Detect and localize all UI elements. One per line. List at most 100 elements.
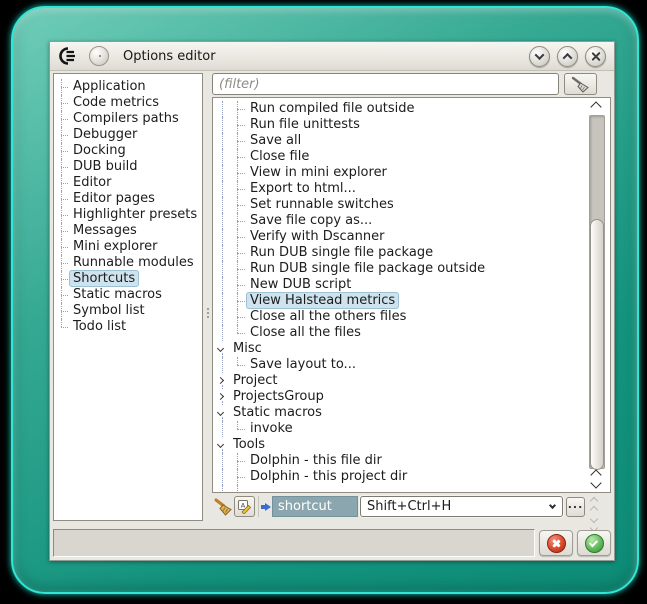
tree-row[interactable]: View Halstead metrics xyxy=(215,293,586,309)
sidebar-item[interactable]: Code metrics xyxy=(54,95,202,111)
sidebar-item[interactable]: DUB build xyxy=(54,159,202,175)
selected-property-marker xyxy=(258,496,272,517)
tree-row[interactable]: invoke xyxy=(215,421,586,437)
tree-row[interactable]: Run compiled file outside xyxy=(215,101,586,117)
tree-row[interactable]: Run DUB single file package xyxy=(215,245,586,261)
tree-line xyxy=(237,173,245,174)
tree-line xyxy=(237,477,245,478)
tree-row[interactable]: View in mini explorer xyxy=(215,165,586,181)
splitter-handle[interactable] xyxy=(205,308,211,318)
inspector-scrollbar[interactable] xyxy=(589,496,601,530)
tree-line xyxy=(237,317,245,318)
sidebar-item[interactable]: Runnable modules xyxy=(54,255,202,271)
tree-line xyxy=(61,295,68,296)
scroll-down-icon xyxy=(590,515,598,523)
sidebar-item[interactable]: Shortcuts xyxy=(54,271,202,287)
scroll-down-icon[interactable] xyxy=(590,477,601,488)
tree-row[interactable]: Run DUB single file package outside xyxy=(215,261,586,277)
scrollbar-track[interactable] xyxy=(589,115,605,469)
clear-filter-button[interactable] xyxy=(564,73,597,95)
tree-row[interactable]: Save layout to... xyxy=(215,357,586,373)
tree-row[interactable]: ProjectsGroup xyxy=(215,389,586,405)
sidebar-item-label: Highlighter presets xyxy=(71,207,199,222)
tree-row[interactable]: Project xyxy=(215,373,586,389)
tree-item-label: Close file xyxy=(248,149,311,164)
tree-row[interactable]: Misc xyxy=(215,341,586,357)
tree-row[interactable]: Save all xyxy=(215,133,586,149)
ok-icon xyxy=(585,534,604,553)
sidebar-item[interactable]: Application xyxy=(54,79,202,95)
tree-line xyxy=(222,133,223,149)
unshade-button[interactable] xyxy=(557,46,578,67)
tree-row[interactable]: New DUB script xyxy=(215,277,586,293)
scrollbar-thumb[interactable] xyxy=(590,219,604,470)
tree-line xyxy=(222,245,223,261)
tree-line xyxy=(222,165,223,181)
tree-line xyxy=(237,157,245,158)
tree-item-label: Close all the files xyxy=(248,325,363,340)
sidebar-item[interactable]: Debugger xyxy=(54,127,202,143)
clear-shortcut-button[interactable] xyxy=(212,496,234,518)
close-button[interactable] xyxy=(585,46,606,67)
ok-button[interactable] xyxy=(577,530,611,556)
chevron-icon[interactable] xyxy=(217,377,224,384)
tree-row[interactable]: Tools xyxy=(215,437,586,453)
tree-item-label: Run file unittests xyxy=(248,117,362,132)
sidebar-item[interactable]: Mini explorer xyxy=(54,239,202,255)
tree-line xyxy=(61,263,68,264)
tree-row[interactable]: Close all the files xyxy=(215,325,586,341)
chevron-icon[interactable] xyxy=(217,409,224,416)
tree-line xyxy=(237,285,245,286)
tree-line xyxy=(61,103,68,104)
tree-row[interactable]: Static macros xyxy=(215,405,586,421)
titlebar[interactable]: Options editor xyxy=(50,42,614,71)
tree-item-label: Export to html... xyxy=(248,181,358,196)
tree-item-label: Verify with Dscanner xyxy=(248,229,386,244)
tree-row[interactable]: Export to html... xyxy=(215,181,586,197)
filter-input[interactable] xyxy=(212,73,559,95)
tree-line xyxy=(222,149,223,165)
tree-item-label: Set runnable switches xyxy=(248,197,396,212)
window-menu-button[interactable] xyxy=(89,46,109,66)
sidebar-item[interactable]: Static macros xyxy=(54,287,202,303)
tree-row[interactable] xyxy=(215,485,586,492)
tree-item-label: Run compiled file outside xyxy=(248,101,417,116)
cancel-button[interactable] xyxy=(539,530,573,556)
tree-line xyxy=(237,421,238,429)
edit-value-icon: A xyxy=(237,499,252,514)
sidebar-item[interactable]: Symbol list xyxy=(54,303,202,319)
tree-scrollbar[interactable] xyxy=(587,98,608,492)
scroll-up-icon[interactable] xyxy=(590,101,601,112)
shade-button[interactable] xyxy=(529,46,550,67)
tree-row[interactable]: Run file unittests xyxy=(215,117,586,133)
tree-row[interactable]: Dolphin - this file dir xyxy=(215,453,586,469)
tree-item-label: Tools xyxy=(231,437,267,452)
tree-row[interactable]: Close all the others files xyxy=(215,309,586,325)
sidebar-item[interactable]: Editor xyxy=(54,175,202,191)
sidebar-item[interactable]: Highlighter presets xyxy=(54,207,202,223)
svg-text:A: A xyxy=(241,502,246,510)
tree-row[interactable]: Verify with Dscanner xyxy=(215,229,586,245)
close-icon xyxy=(590,51,601,62)
property-name-cell[interactable]: shortcut xyxy=(272,496,358,517)
sidebar-item[interactable]: Messages xyxy=(54,223,202,239)
edit-value-button[interactable]: A xyxy=(234,496,255,517)
sidebar-item[interactable]: Compilers paths xyxy=(54,111,202,127)
shortcut-value-combobox[interactable]: Shift+Ctrl+H xyxy=(360,496,563,517)
sidebar-item[interactable]: Editor pages xyxy=(54,191,202,207)
chevron-icon[interactable] xyxy=(217,345,224,352)
tree-row[interactable]: Close file xyxy=(215,149,586,165)
chevron-icon[interactable] xyxy=(217,441,224,448)
tree-item-label: Misc xyxy=(231,341,264,356)
sidebar-item-label: Runnable modules xyxy=(71,255,196,270)
tree-row[interactable]: Dolphin - this project dir xyxy=(215,469,586,485)
more-button[interactable]: ... xyxy=(566,497,585,517)
sidebar-item[interactable]: Todo list xyxy=(54,319,202,335)
shortcut-tree: Run compiled file outside Run file unitt… xyxy=(212,97,611,493)
tree-row[interactable]: Save file copy as... xyxy=(215,213,586,229)
tree-row[interactable]: Set runnable switches xyxy=(215,197,586,213)
cancel-icon xyxy=(547,534,566,553)
sidebar-item-label: Docking xyxy=(71,143,128,158)
sidebar-item[interactable]: Docking xyxy=(54,143,202,159)
chevron-icon[interactable] xyxy=(217,393,224,400)
